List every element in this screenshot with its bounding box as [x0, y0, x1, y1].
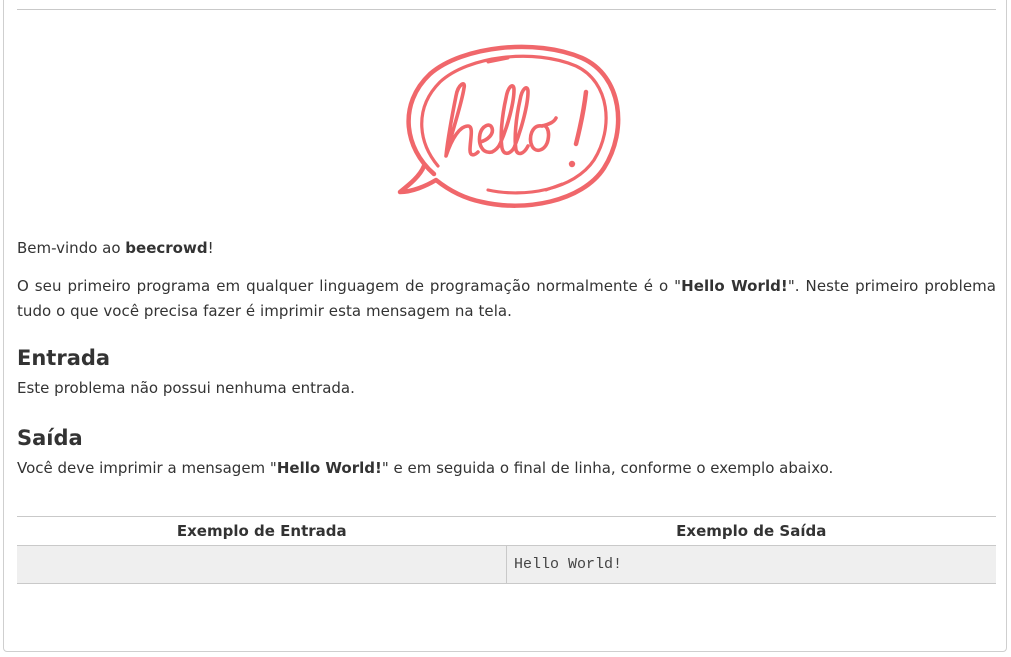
example-input-header: Exemplo de Entrada [17, 516, 507, 546]
example-input-cell [17, 545, 507, 584]
hello-speech-bubble-icon [397, 44, 621, 208]
output-part1: Você deve imprimir a mensagem " [17, 459, 277, 477]
output-part2: " e em seguida o final de linha, conform… [381, 459, 834, 477]
welcome-suffix: ! [207, 239, 214, 257]
intro-text: O seu primeiro programa em qualquer ling… [17, 274, 996, 324]
example-output-header: Exemplo de Saída [506, 516, 996, 546]
problem-description: Bem-vindo ao beecrowd! O seu primeiro pr… [17, 236, 996, 481]
examples-table: Exemplo de Entrada Exemplo de Saída Hell… [17, 516, 996, 584]
table-row: Hello World! [17, 545, 996, 584]
example-output-cell: Hello World! [506, 545, 996, 584]
output-highlight: Hello World! [276, 459, 382, 477]
welcome-prefix: Bem-vindo ao [17, 239, 126, 257]
output-section-text: Você deve imprimir a mensagem "Hello Wor… [17, 456, 996, 481]
intro-part1: O seu primeiro programa em qualquer ling… [17, 277, 682, 295]
welcome-text: Bem-vindo ao beecrowd! [17, 236, 996, 261]
output-section-title: Saída [17, 426, 83, 450]
hello-logo [396, 38, 626, 210]
brand-name: beecrowd [125, 239, 208, 257]
input-section-title: Entrada [17, 346, 111, 370]
intro-highlight: Hello World! [681, 277, 788, 295]
input-section-text: Este problema não possui nenhuma entrada… [17, 379, 355, 397]
top-divider [17, 9, 996, 10]
